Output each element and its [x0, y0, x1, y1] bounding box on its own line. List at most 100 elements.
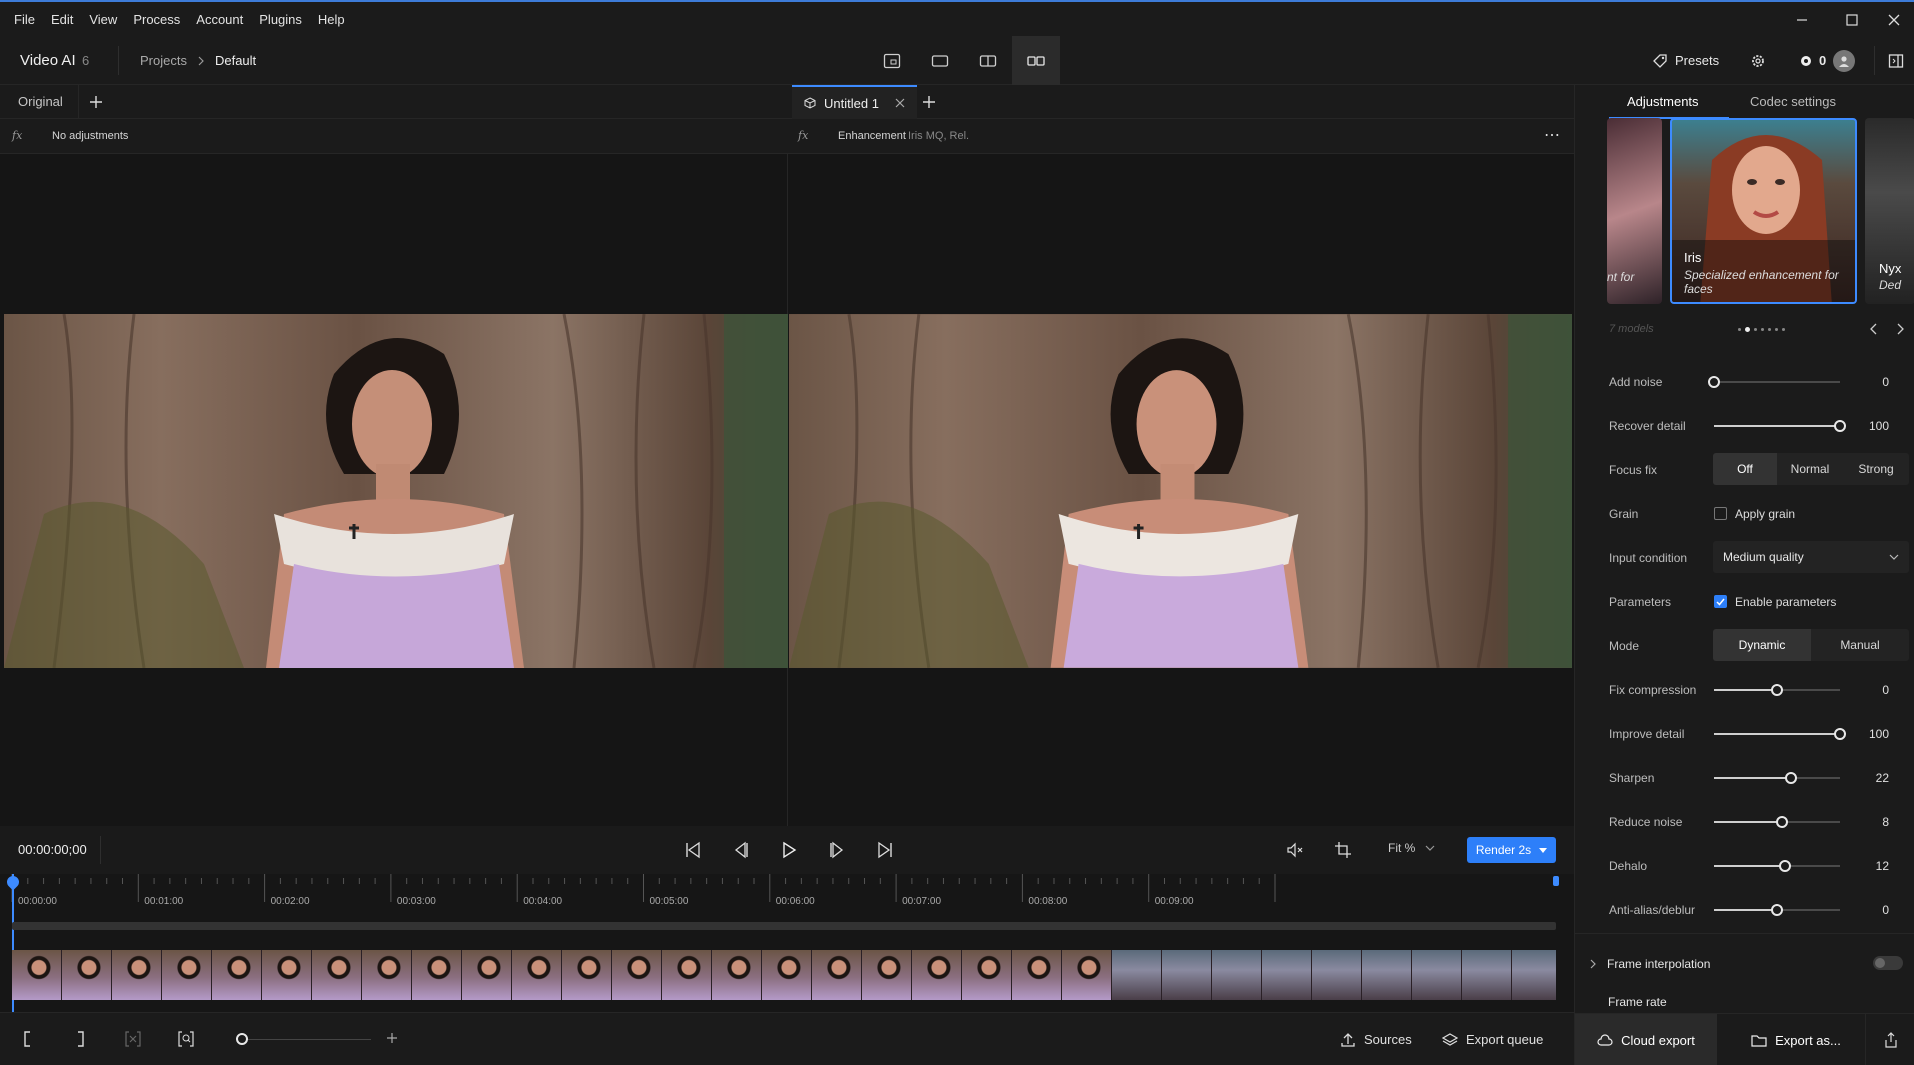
- view-single-crop-button[interactable]: [868, 36, 916, 85]
- improve-detail-slider[interactable]: [1714, 728, 1846, 740]
- carousel-dot[interactable]: [1738, 328, 1741, 331]
- filmstrip-thumbnail: [1062, 950, 1112, 1000]
- set-out-point-button[interactable]: [76, 1031, 86, 1047]
- fit-timeline-button[interactable]: [178, 1031, 194, 1047]
- carousel-dot[interactable]: [1745, 327, 1750, 332]
- recover-detail-value: 100: [1868, 419, 1889, 433]
- model-card-iris[interactable]: Iris Specialized enhancement for faces: [1670, 118, 1857, 304]
- input-condition-select[interactable]: Medium quality: [1713, 541, 1909, 573]
- reduce-noise-slider[interactable]: [1714, 816, 1840, 828]
- clear-range-button[interactable]: [125, 1031, 141, 1047]
- out-point-marker[interactable]: [1553, 876, 1559, 886]
- export-queue-button[interactable]: Export queue: [1442, 1013, 1543, 1065]
- mode-manual[interactable]: Manual: [1811, 629, 1909, 661]
- avatar[interactable]: [1833, 49, 1856, 72]
- export-as-button[interactable]: Export as...: [1731, 1014, 1861, 1065]
- settings-button[interactable]: [1750, 36, 1766, 85]
- carousel-dots[interactable]: [1738, 327, 1785, 332]
- focus-fix-normal[interactable]: Normal: [1777, 453, 1843, 485]
- share-button[interactable]: [1865, 1014, 1914, 1065]
- menu-view[interactable]: View: [81, 12, 125, 27]
- minimize-button[interactable]: [1776, 2, 1828, 38]
- carousel-next-button[interactable]: [1895, 323, 1905, 335]
- more-options-icon[interactable]: ⋯: [1544, 125, 1561, 145]
- close-icon: [1888, 14, 1900, 26]
- tab-untitled-1[interactable]: Untitled 1: [792, 85, 917, 119]
- maximize-button[interactable]: [1826, 2, 1878, 38]
- right-preview-canvas[interactable]: [788, 154, 1574, 826]
- go-to-end-button[interactable]: [873, 838, 897, 862]
- menu-account[interactable]: Account: [188, 12, 251, 27]
- frame-interpolation-toggle[interactable]: [1873, 956, 1903, 970]
- previous-frame-button[interactable]: [729, 838, 753, 862]
- add-left-tab-button[interactable]: [78, 85, 112, 119]
- model-card-previous[interactable]: nt for: [1607, 118, 1662, 304]
- model-card-next[interactable]: Nyx Ded: [1865, 118, 1914, 304]
- export-queue-label: Export queue: [1466, 1032, 1544, 1047]
- zoom-select[interactable]: Fit %: [1388, 841, 1435, 855]
- left-preview-canvas[interactable]: [0, 154, 788, 826]
- view-split-button[interactable]: [964, 36, 1012, 85]
- timeline[interactable]: 00:00:00 00:01:00 00:02:00 00:03:00 00:0…: [0, 873, 1574, 1012]
- filmstrip[interactable]: [12, 950, 1556, 1000]
- mode-dynamic[interactable]: Dynamic: [1713, 629, 1811, 661]
- timeline-zoom-knob[interactable]: [236, 1033, 248, 1045]
- sharpen-slider[interactable]: [1714, 772, 1840, 784]
- view-side-by-side-button[interactable]: [1012, 36, 1060, 85]
- crop-button[interactable]: [1331, 838, 1355, 862]
- fix-compression-slider[interactable]: [1714, 684, 1840, 696]
- step-back-icon: [734, 841, 748, 859]
- carousel-dot[interactable]: [1754, 328, 1757, 331]
- breadcrumb-current[interactable]: Default: [215, 53, 256, 68]
- apply-grain-checkbox[interactable]: [1714, 507, 1727, 520]
- sources-button[interactable]: Sources: [1340, 1013, 1412, 1065]
- render-button[interactable]: Render 2s: [1467, 837, 1556, 863]
- close-window-button[interactable]: [1874, 2, 1914, 38]
- gear-icon: [1752, 54, 1764, 67]
- menu-file[interactable]: File: [6, 12, 43, 27]
- mute-button[interactable]: [1283, 838, 1307, 862]
- filmstrip-thumbnail: [12, 950, 62, 1000]
- menu-process[interactable]: Process: [125, 12, 188, 27]
- recover-detail-slider[interactable]: [1714, 420, 1846, 432]
- carousel-dot[interactable]: [1768, 328, 1771, 331]
- focus-fix-strong[interactable]: Strong: [1843, 453, 1909, 485]
- next-frame-button[interactable]: [825, 838, 849, 862]
- enhancement-label: Enhancement: [838, 130, 906, 142]
- menu-plugins[interactable]: Plugins: [251, 12, 310, 27]
- view-single-button[interactable]: [916, 36, 964, 85]
- add-right-tab-button[interactable]: [912, 85, 946, 119]
- anti-alias-slider[interactable]: [1714, 904, 1840, 916]
- apply-grain-label[interactable]: Apply grain: [1735, 507, 1795, 521]
- presets-button[interactable]: Presets: [1652, 36, 1719, 85]
- frame-interpolation-header[interactable]: Frame interpolation: [1589, 957, 1710, 971]
- tab-codec-settings[interactable]: Codec settings: [1750, 94, 1836, 109]
- add-noise-slider[interactable]: [1708, 376, 1840, 388]
- enable-parameters-label[interactable]: Enable parameters: [1735, 595, 1836, 609]
- focus-fix-off[interactable]: Off: [1713, 453, 1777, 485]
- zoom-in-button[interactable]: [386, 1032, 398, 1044]
- tab-original[interactable]: Original: [18, 94, 63, 109]
- credits-indicator[interactable]: 0: [1800, 36, 1856, 85]
- dehalo-slider[interactable]: [1714, 860, 1840, 872]
- carousel-dot[interactable]: [1761, 328, 1764, 331]
- tab-adjustments[interactable]: Adjustments: [1627, 94, 1699, 109]
- toggle-panel-button[interactable]: [1888, 36, 1904, 85]
- menu-help[interactable]: Help: [310, 12, 353, 27]
- chevron-right-icon: [198, 56, 204, 65]
- set-in-point-button[interactable]: [22, 1031, 32, 1047]
- range-track[interactable]: [12, 922, 1556, 930]
- play-button[interactable]: [777, 838, 801, 862]
- close-tab-icon[interactable]: [895, 98, 905, 108]
- carousel-dot[interactable]: [1775, 328, 1778, 331]
- carousel-prev-button[interactable]: [1869, 323, 1879, 335]
- menu-edit[interactable]: Edit: [43, 12, 81, 27]
- enable-parameters-checkbox[interactable]: [1714, 595, 1727, 608]
- go-to-start-button[interactable]: [681, 838, 705, 862]
- cloud-export-button[interactable]: Cloud export: [1575, 1014, 1717, 1065]
- timeline-zoom-track[interactable]: [236, 1039, 371, 1040]
- breadcrumb-projects[interactable]: Projects: [140, 53, 187, 68]
- filmstrip-thumbnail: [212, 950, 262, 1000]
- filmstrip-thumbnail: [112, 950, 162, 1000]
- carousel-dot[interactable]: [1782, 328, 1785, 331]
